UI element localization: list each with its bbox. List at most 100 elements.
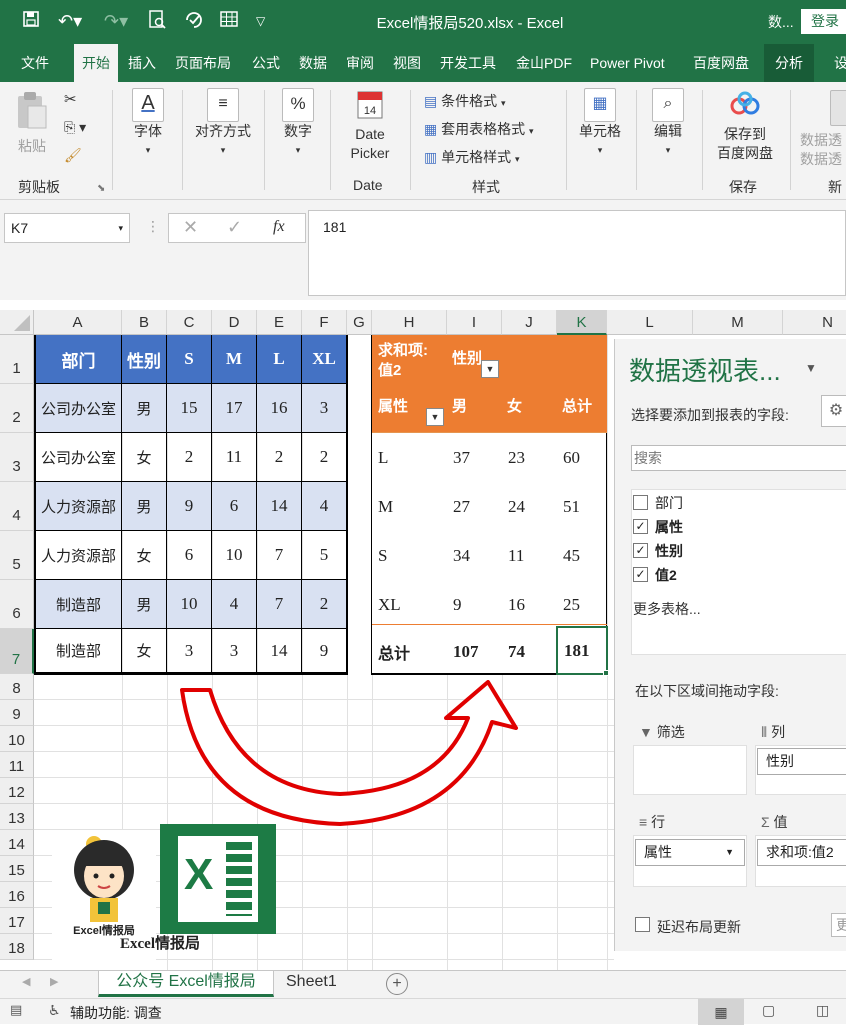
pivot-sum-label[interactable]: 值2 [372,358,452,380]
pivot-column-header[interactable]: 女 [501,394,556,416]
pivot-cell[interactable]: 25 [557,580,607,629]
table-cell[interactable]: 9 [167,482,212,531]
cell-styles-button[interactable]: ▥ 单元格样式 ▾ [424,148,520,169]
field-label[interactable]: 性别 [655,541,683,561]
scroll-left-icon[interactable]: ◀ [22,975,30,988]
field-label[interactable]: 值2 [655,565,677,585]
accessibility-icon[interactable]: ♿ [48,1002,61,1019]
pivot-column-header[interactable]: 总计 [556,394,606,416]
pivot-cell[interactable]: 51 [557,482,607,531]
table-cell[interactable]: 女 [122,531,167,580]
pivot-total-label[interactable]: 总计 [372,629,447,674]
name-box[interactable]: K7 ▾ [4,213,130,243]
columns-field-item[interactable]: 性别 [757,748,846,775]
field-checkbox-checked[interactable]: ✓ [633,519,648,534]
tab-baidu-netdisk[interactable]: 百度网盘 [693,44,749,82]
tab-formulas[interactable]: 公式 [252,44,280,82]
share-icon[interactable] [184,10,204,35]
data-pivot-button[interactable]: 数据透 数据透 [800,90,846,169]
table-cell[interactable]: 7 [257,531,302,580]
table-header-cell[interactable]: 部门 [36,335,122,384]
tab-developer[interactable]: 开发工具 [440,44,496,82]
table-cell[interactable]: 4 [302,482,347,531]
field-checkbox-checked[interactable]: ✓ [633,543,648,558]
pivot-row-label[interactable]: M [372,482,447,531]
table-cell[interactable]: 6 [167,531,212,580]
sheet-tab[interactable]: Sheet1 [286,971,337,997]
account-name[interactable]: 数... [768,12,794,32]
print-preview-icon[interactable] [148,10,166,35]
field-checkbox-checked[interactable]: ✓ [633,567,648,582]
row-header[interactable]: 16 [0,882,34,908]
normal-view-icon[interactable]: ▦ [698,999,744,1025]
row-header[interactable]: 5 [0,531,34,580]
table-cell[interactable]: 2 [302,580,347,629]
tab-page-layout[interactable]: 页面布局 [175,44,231,82]
table-cell[interactable]: 10 [167,580,212,629]
pivot-cell[interactable]: 16 [502,580,557,629]
page-break-view-icon[interactable]: ◫ [816,1002,829,1019]
filter-drop-zone[interactable] [633,745,747,795]
row-header[interactable]: 11 [0,752,34,778]
table-cell[interactable]: 14 [257,629,302,673]
rows-field-item[interactable]: 属性 ▼ [635,839,745,866]
row-header[interactable]: 14 [0,830,34,856]
pivot-cell[interactable]: 45 [557,531,607,580]
table-cell[interactable]: 人力资源部 [36,482,122,531]
field-label[interactable]: 部门 [655,493,683,513]
field-label[interactable]: 属性 [655,517,683,537]
table-icon[interactable] [220,10,238,33]
tab-design[interactable]: 设 [834,44,846,82]
table-cell[interactable]: 15 [167,384,212,433]
column-header[interactable]: N [783,310,846,335]
edit-button[interactable]: ⌕ 编辑 ▾ [648,88,688,160]
chevron-down-icon[interactable]: ▾ [118,214,123,242]
row-header[interactable]: 15 [0,856,34,882]
table-cell[interactable]: 14 [257,482,302,531]
column-header[interactable]: C [167,310,212,335]
scroll-right-icon[interactable]: ▶ [50,975,58,988]
row-header[interactable]: 2 [0,384,34,433]
pivot-total-cell[interactable]: 107 [447,629,502,674]
conditional-format-button[interactable]: ▤ 条件格式 ▾ [424,92,506,113]
pivot-total-cell[interactable]: 74 [502,629,557,674]
pivot-cell[interactable]: 60 [557,433,607,482]
enter-icon[interactable]: ✓ [227,217,242,238]
column-header[interactable]: M [693,310,783,335]
cancel-icon[interactable]: ✕ [183,217,198,238]
table-cell[interactable]: 制造部 [36,629,122,673]
tab-data[interactable]: 数据 [299,44,327,82]
pivot-cell[interactable]: 27 [447,482,502,531]
table-header-cell[interactable]: L [257,335,302,384]
row-header[interactable]: 8 [0,674,34,700]
alignment-button[interactable]: ≡ 对齐方式 ▾ [190,88,256,160]
table-cell[interactable]: 2 [302,433,347,482]
table-header-cell[interactable]: S [167,335,212,384]
pane-options-chevron-icon[interactable]: ▼ [805,361,817,375]
row-header[interactable]: 3 [0,433,34,482]
table-cell[interactable]: 人力资源部 [36,531,122,580]
table-cell[interactable]: 制造部 [36,580,122,629]
insert-function-icon[interactable]: fx [273,218,285,236]
column-header[interactable]: D [212,310,257,335]
formula-input[interactable]: 181 [308,210,846,296]
pivot-cell[interactable]: 37 [447,433,502,482]
row-header[interactable]: 17 [0,908,34,934]
row-header[interactable]: 18 [0,934,34,960]
sheet-tab-active[interactable]: 公众号 Excel情报局 [98,971,274,997]
table-cell[interactable]: 10 [212,531,257,580]
pivot-sum-label[interactable]: 求和项: [372,338,452,360]
table-cell[interactable]: 女 [122,433,167,482]
cut-icon[interactable]: ✂ [64,90,77,109]
tab-analyze[interactable]: 分析 [764,44,814,82]
column-header[interactable]: E [257,310,302,335]
table-header-cell[interactable]: XL [302,335,347,384]
row-header[interactable]: 9 [0,700,34,726]
column-header-selected[interactable]: K [557,310,607,335]
row-header[interactable]: 6 [0,580,34,629]
update-button[interactable]: 更 [831,913,846,937]
pivot-cell[interactable]: 23 [502,433,557,482]
more-tables-link[interactable]: 更多表格... [633,599,701,619]
date-picker-button[interactable]: 14 Date Picker [342,88,398,163]
pivot-row-field[interactable]: 属性 [372,394,432,416]
